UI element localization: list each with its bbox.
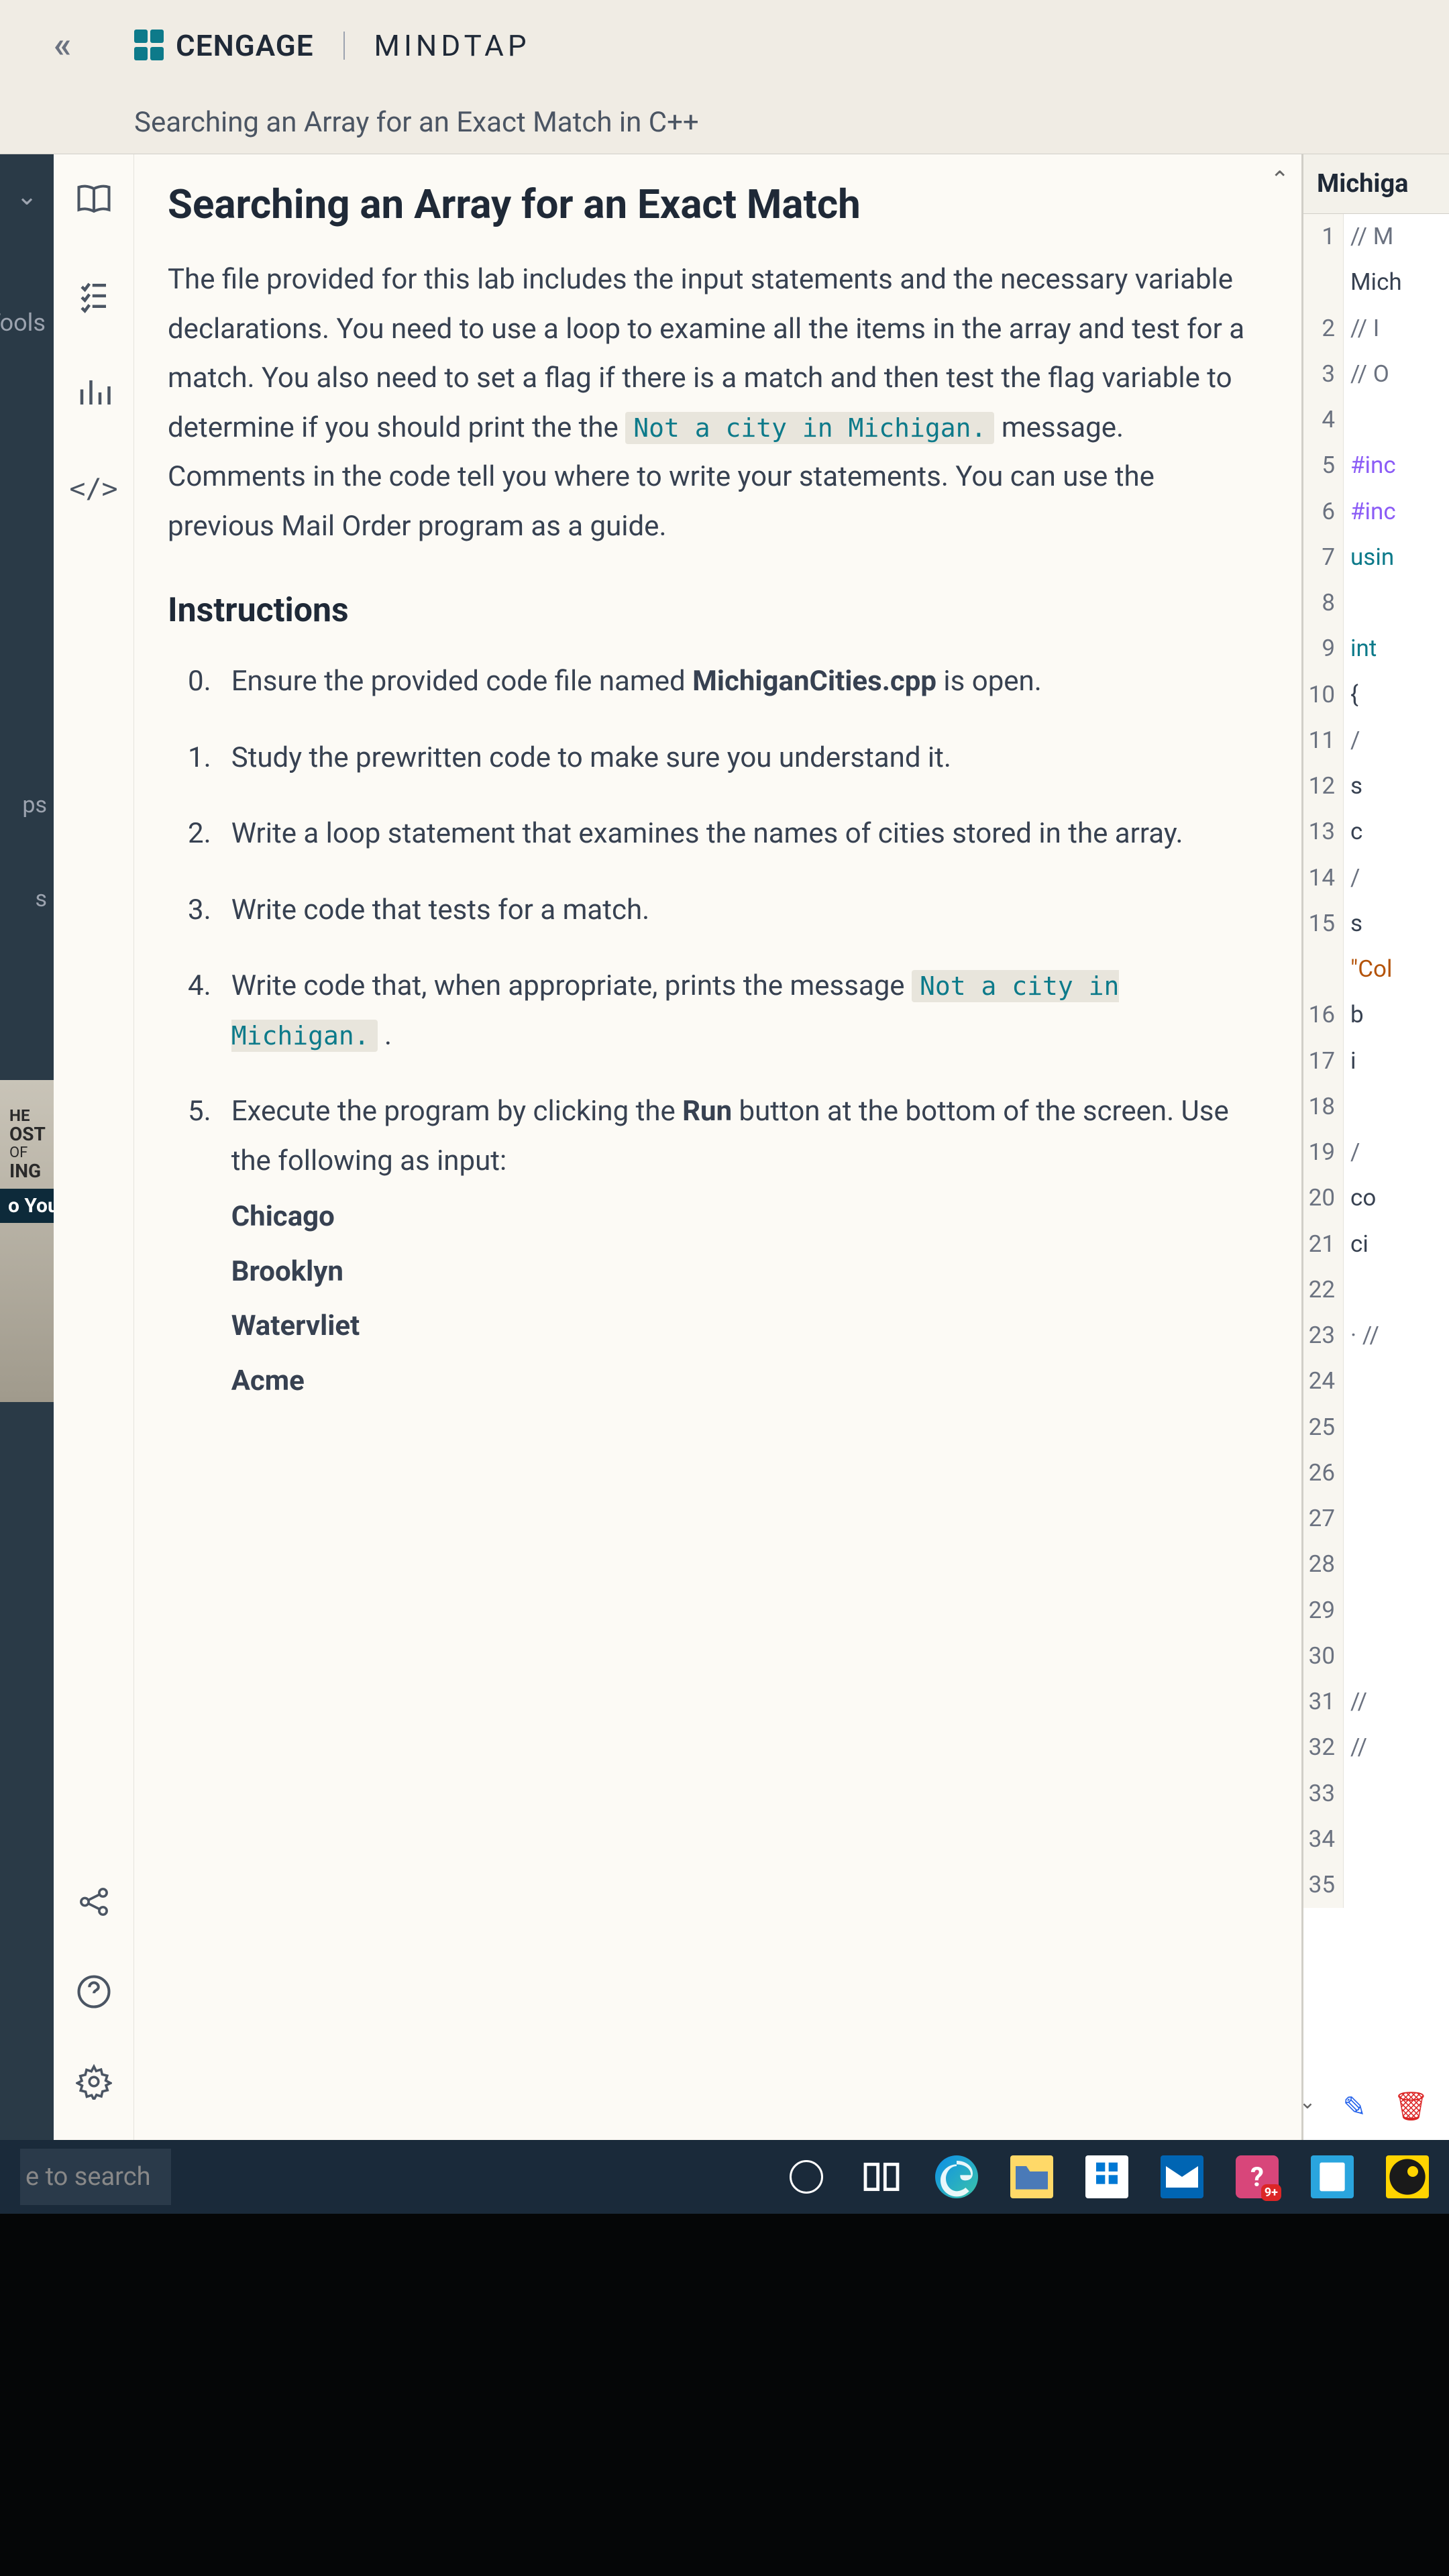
tool-column: </> <box>54 154 134 2140</box>
product-name: MINDTAP <box>374 28 531 63</box>
code-line[interactable]: Mich <box>1303 260 1449 305</box>
instruction-step: 1.Study the prewritten code to make sure… <box>188 733 1268 783</box>
lesson-description: The file provided for this lab includes … <box>168 255 1268 551</box>
microsoft-store-icon[interactable] <box>1085 2155 1128 2198</box>
code-footer: ⌄ ✎ 🗑 <box>1303 2074 1449 2140</box>
code-line[interactable]: 9int <box>1303 626 1449 672</box>
cortana-icon[interactable] <box>785 2155 828 2198</box>
instruction-step: 4.Write code that, when appropriate, pri… <box>188 961 1268 1060</box>
sidebar-item-1[interactable]: ps <box>22 792 47 818</box>
taskbar-search[interactable]: e to search <box>20 2149 171 2205</box>
breadcrumb-bar: Searching an Array for an Exact Match in… <box>0 91 1449 154</box>
instructions-heading: Instructions <box>168 591 1268 630</box>
steam-icon[interactable] <box>1386 2155 1429 2198</box>
get-help-icon[interactable]: ? 9+ <box>1236 2155 1279 2198</box>
sidebar-expand-icon[interactable]: ⌄ <box>16 181 38 211</box>
cengage-logo[interactable]: CENGAGE <box>134 28 314 63</box>
scroll-up-icon[interactable]: ⌃ <box>1271 166 1290 193</box>
code-line[interactable]: 29 <box>1303 1588 1449 1633</box>
file-explorer-icon[interactable] <box>1010 2155 1053 2198</box>
code-line[interactable]: 3// O <box>1303 352 1449 397</box>
code-line[interactable]: 4 <box>1303 397 1449 443</box>
code-line[interactable]: 22 <box>1303 1267 1449 1313</box>
code-line[interactable]: 27 <box>1303 1496 1449 1542</box>
edit-icon[interactable]: ✎ <box>1342 2090 1366 2124</box>
logo-area: CENGAGE MINDTAP <box>134 28 531 63</box>
trash-icon[interactable]: 🗑 <box>1393 2090 1429 2124</box>
app-header: « CENGAGE MINDTAP <box>0 0 1449 91</box>
test-input: Watervliet <box>231 1301 1268 1351</box>
code-line[interactable]: 33 <box>1303 1771 1449 1817</box>
code-line[interactable]: 14 / <box>1303 855 1449 901</box>
scroll-down-icon[interactable]: ⌄ <box>1301 2090 1316 2124</box>
instructions-list: 0.Ensure the provided code file named Mi… <box>168 657 1268 1411</box>
code-line[interactable]: 30 <box>1303 1633 1449 1679</box>
code-line[interactable]: 34 <box>1303 1817 1449 1862</box>
task-view-icon[interactable] <box>860 2155 903 2198</box>
monitor-bezel <box>0 2214 1449 2576</box>
code-line[interactable]: 28 <box>1303 1542 1449 1587</box>
mail-icon[interactable] <box>1161 2155 1203 2198</box>
code-line[interactable]: 17 i <box>1303 1038 1449 1084</box>
bar-chart-icon[interactable] <box>76 374 112 411</box>
list-check-icon[interactable] <box>76 278 112 314</box>
code-line[interactable]: 2// I <box>1303 306 1449 352</box>
code-editor-panel: Michiga 1// MMich2// I3// O45#inc6#inc7u… <box>1301 154 1449 2140</box>
test-input: Chicago <box>231 1192 1268 1242</box>
code-line[interactable]: 23 · // <box>1303 1313 1449 1358</box>
code-line[interactable]: 10{ <box>1303 672 1449 718</box>
windows-taskbar: e to search ? 9+ <box>0 2140 1449 2214</box>
code-line[interactable]: 24 <box>1303 1358 1449 1404</box>
code-editor[interactable]: 1// MMich2// I3// O45#inc6#inc7usin89int… <box>1303 214 1449 2074</box>
code-line[interactable]: 5#inc <box>1303 443 1449 488</box>
code-line[interactable]: 1// M <box>1303 214 1449 260</box>
code-line[interactable]: 8 <box>1303 580 1449 626</box>
code-line[interactable]: 7usin <box>1303 535 1449 580</box>
gear-icon[interactable] <box>76 2063 112 2100</box>
code-line[interactable]: 6#inc <box>1303 489 1449 535</box>
help-icon[interactable] <box>76 1974 112 2010</box>
inline-code-1: Not a city in Michigan. <box>625 412 994 444</box>
instruction-step: 2.Write a loop statement that examines t… <box>188 809 1268 859</box>
code-line[interactable]: 15 s <box>1303 901 1449 947</box>
code-line[interactable]: 16 b <box>1303 992 1449 1038</box>
code-line[interactable]: "Col <box>1303 947 1449 992</box>
code-line[interactable]: 19 / <box>1303 1130 1449 1175</box>
sidebar-tools-label[interactable]: Tools <box>0 309 46 337</box>
instructions-panel: ⌃ Searching an Array for an Exact Match … <box>134 154 1301 2140</box>
code-line[interactable]: 12 s <box>1303 763 1449 809</box>
app-sidebar: ⌄ Tools ps s HE OST OF ING o Your <box>0 154 54 2140</box>
breadcrumb-text: Searching an Array for an Exact Match in… <box>134 106 699 139</box>
test-input: Brooklyn <box>231 1247 1268 1297</box>
sticky-notes-icon[interactable] <box>1311 2155 1354 2198</box>
back-button[interactable]: « <box>54 24 72 66</box>
code-line[interactable]: 35 <box>1303 1862 1449 1908</box>
code-line[interactable]: 31 // <box>1303 1679 1449 1725</box>
lesson-title: Searching an Array for an Exact Match <box>168 174 1268 235</box>
code-line[interactable]: 25 <box>1303 1405 1449 1450</box>
code-line[interactable]: 26 <box>1303 1450 1449 1496</box>
test-input: Acme <box>231 1356 1268 1406</box>
code-line[interactable]: 11 / <box>1303 718 1449 763</box>
instruction-step: 5.Execute the program by clicking the Ru… <box>188 1087 1268 1411</box>
share-icon[interactable] <box>76 1884 112 1920</box>
code-line[interactable]: 13 c <box>1303 809 1449 855</box>
code-line[interactable]: 21 ci <box>1303 1222 1449 1267</box>
brand-text: CENGAGE <box>176 28 314 63</box>
instruction-step: 3.Write code that tests for a match. <box>188 885 1268 935</box>
file-tab[interactable]: Michiga <box>1303 154 1449 214</box>
code-icon[interactable]: </> <box>76 471 112 507</box>
notification-badge: 9+ <box>1261 2184 1281 2201</box>
sidebar-item-2[interactable]: s <box>35 885 47 912</box>
edge-icon[interactable] <box>935 2155 978 2198</box>
instruction-step: 0.Ensure the provided code file named Mi… <box>188 657 1268 706</box>
logo-divider <box>343 32 345 60</box>
code-line[interactable]: 18 <box>1303 1084 1449 1130</box>
book-icon[interactable] <box>76 181 112 217</box>
code-line[interactable]: 32 // <box>1303 1725 1449 1770</box>
cengage-logo-icon <box>134 30 166 62</box>
code-line[interactable]: 20 co <box>1303 1175 1449 1221</box>
